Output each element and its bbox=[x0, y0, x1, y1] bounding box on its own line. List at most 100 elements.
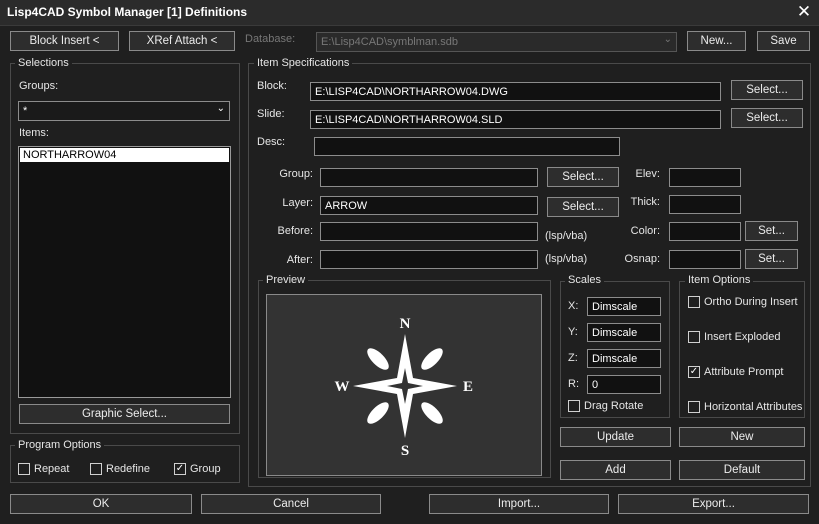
insert-exploded-checkbox[interactable] bbox=[688, 331, 700, 343]
elev-field[interactable] bbox=[669, 168, 741, 187]
default-button[interactable]: Default bbox=[679, 460, 805, 480]
selections-title: Selections bbox=[15, 57, 72, 69]
graphic-select-button[interactable]: Graphic Select... bbox=[19, 404, 230, 424]
cancel-button[interactable]: Cancel bbox=[201, 494, 381, 514]
attribute-prompt-checkbox[interactable]: ✓ bbox=[688, 366, 700, 378]
default-label: Default bbox=[723, 464, 761, 476]
ortho-checkbox[interactable] bbox=[688, 296, 700, 308]
new-item-label: New bbox=[730, 431, 754, 443]
close-icon[interactable]: ✕ bbox=[795, 2, 813, 22]
color-field[interactable] bbox=[669, 222, 741, 241]
scale-y-field[interactable]: Dimscale bbox=[587, 323, 661, 342]
scales-title: Scales bbox=[565, 274, 605, 286]
block-select-label: Select... bbox=[746, 84, 788, 96]
before-label: Before: bbox=[277, 225, 313, 237]
list-item[interactable]: NORTHARROW04 bbox=[20, 148, 229, 162]
osnap-set-button[interactable]: Set... bbox=[745, 249, 798, 269]
import-label: Import... bbox=[497, 498, 541, 510]
elev-label: Elev: bbox=[635, 168, 660, 180]
layer-label: Layer: bbox=[282, 197, 313, 209]
repeat-label: Repeat bbox=[34, 463, 70, 475]
items-list[interactable]: NORTHARROW04 bbox=[18, 146, 231, 398]
group-label: Group bbox=[190, 463, 221, 475]
north-arrow-symbol: N S E W bbox=[335, 316, 474, 459]
graphic-select-label: Graphic Select... bbox=[81, 408, 167, 420]
groups-combo[interactable]: * ⌄ bbox=[18, 101, 230, 121]
ortho-label: Ortho During Insert bbox=[704, 296, 798, 308]
group-checkbox[interactable]: ✓ bbox=[174, 463, 186, 475]
layer-field[interactable]: ARROW bbox=[320, 196, 538, 215]
groups-value: * bbox=[23, 105, 28, 117]
slide-label: Slide: bbox=[257, 108, 285, 120]
layer-select-label: Select... bbox=[562, 201, 604, 213]
compass-e: E bbox=[463, 379, 473, 395]
preview-pane: N S E W bbox=[266, 294, 542, 476]
slide-select-button[interactable]: Select... bbox=[731, 108, 803, 128]
layer-select-button[interactable]: Select... bbox=[547, 197, 619, 217]
import-button[interactable]: Import... bbox=[429, 494, 609, 514]
add-button[interactable]: Add bbox=[560, 460, 671, 480]
redefine-checkbox[interactable] bbox=[90, 463, 102, 475]
osnap-label: Osnap: bbox=[624, 253, 660, 265]
thick-label: Thick: bbox=[630, 196, 660, 208]
item-specifications-title: Item Specifications bbox=[254, 57, 353, 69]
ok-button[interactable]: OK bbox=[10, 494, 192, 514]
repeat-checkbox[interactable] bbox=[18, 463, 30, 475]
new-database-label: New... bbox=[700, 35, 733, 47]
after-lsp-vba-label: (lsp/vba) bbox=[545, 253, 588, 265]
ok-label: OK bbox=[92, 498, 110, 510]
horizontal-attributes-checkbox[interactable] bbox=[688, 401, 700, 413]
new-database-button[interactable]: New... bbox=[687, 31, 746, 51]
add-label: Add bbox=[605, 464, 626, 476]
chevron-down-icon: ⌄ bbox=[216, 103, 225, 114]
block-label: Block: bbox=[257, 80, 287, 92]
group-select-label: Select... bbox=[562, 171, 604, 183]
export-button[interactable]: Export... bbox=[618, 494, 809, 514]
desc-field[interactable] bbox=[314, 137, 620, 156]
save-label: Save bbox=[770, 35, 797, 47]
color-label: Color: bbox=[630, 225, 660, 237]
update-button[interactable]: Update bbox=[560, 427, 671, 447]
scale-z-field[interactable]: Dimscale bbox=[587, 349, 661, 368]
block-select-button[interactable]: Select... bbox=[731, 80, 803, 100]
scale-x-label: X: bbox=[568, 300, 579, 312]
slide-select-label: Select... bbox=[746, 112, 788, 124]
osnap-set-label: Set... bbox=[758, 253, 785, 265]
block-field[interactable]: E:\LISP4CAD\NORTHARROW04.DWG bbox=[310, 82, 721, 101]
color-set-button[interactable]: Set... bbox=[745, 221, 798, 241]
compass-w: W bbox=[335, 379, 350, 395]
window-title: Lisp4CAD Symbol Manager [1] Definitions bbox=[7, 5, 248, 19]
slide-field[interactable]: E:\LISP4CAD\NORTHARROW04.SLD bbox=[310, 110, 721, 129]
before-field[interactable] bbox=[320, 222, 538, 241]
chevron-down-icon: ⌄ bbox=[663, 34, 672, 45]
attribute-prompt-label: Attribute Prompt bbox=[704, 366, 784, 378]
scale-y-label: Y: bbox=[568, 326, 578, 338]
scale-x-field[interactable]: Dimscale bbox=[587, 297, 661, 316]
rotation-field[interactable]: 0 bbox=[587, 375, 661, 394]
drag-rotate-checkbox[interactable] bbox=[568, 400, 580, 412]
group-field[interactable] bbox=[320, 168, 538, 187]
after-field[interactable] bbox=[320, 250, 538, 269]
desc-label: Desc: bbox=[257, 136, 286, 148]
thick-field[interactable] bbox=[669, 195, 741, 214]
xref-attach-button[interactable]: XRef Attach < bbox=[129, 31, 235, 51]
cancel-label: Cancel bbox=[273, 498, 309, 510]
export-label: Export... bbox=[692, 498, 735, 510]
before-lsp-vba-label: (lsp/vba) bbox=[545, 230, 588, 242]
color-set-label: Set... bbox=[758, 225, 785, 237]
scale-z-label: Z: bbox=[568, 352, 578, 364]
group-select-button[interactable]: Select... bbox=[547, 167, 619, 187]
save-button[interactable]: Save bbox=[757, 31, 810, 51]
horizontal-attributes-label: Horizontal Attributes bbox=[704, 401, 803, 413]
drag-rotate-label: Drag Rotate bbox=[584, 400, 644, 412]
redefine-label: Redefine bbox=[106, 463, 151, 475]
database-combo[interactable]: E:\Lisp4CAD\symblman.sdb ⌄ bbox=[316, 32, 677, 52]
item-options-title: Item Options bbox=[685, 274, 754, 286]
new-item-button[interactable]: New bbox=[679, 427, 805, 447]
block-insert-button[interactable]: Block Insert < bbox=[10, 31, 119, 51]
update-label: Update bbox=[596, 431, 635, 443]
osnap-field[interactable] bbox=[669, 250, 741, 269]
database-value: E:\Lisp4CAD\symblman.sdb bbox=[321, 36, 458, 48]
database-label: Database: bbox=[245, 33, 296, 45]
compass-n: N bbox=[400, 316, 411, 332]
